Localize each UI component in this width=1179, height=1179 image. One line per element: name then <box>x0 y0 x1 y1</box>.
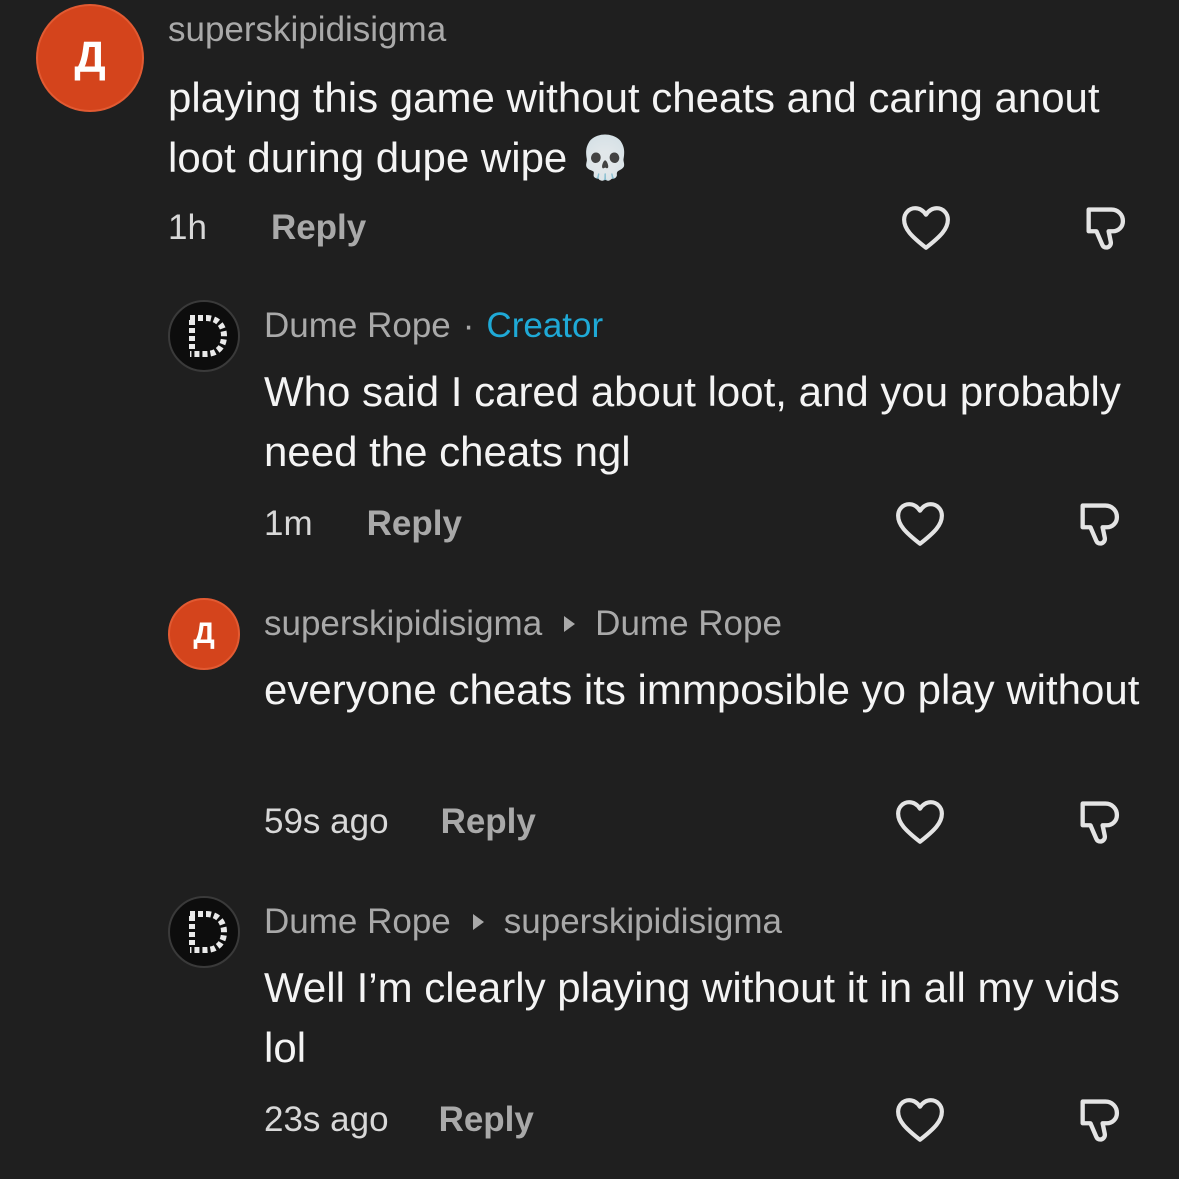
avatar-letter: Д <box>74 33 106 82</box>
caret-right-icon <box>472 914 484 930</box>
avatar[interactable]: Д <box>168 598 240 670</box>
comment-meta: 1h Reply <box>168 208 366 248</box>
reply-item: Dume Rope superskipidisigma Well I’m cle… <box>0 892 1179 1179</box>
avatar[interactable] <box>168 300 240 372</box>
like-button[interactable] <box>898 200 954 256</box>
reply-item: Dume Rope · Creator Who said I cared abo… <box>0 296 1179 576</box>
author-name[interactable]: superskipidisigma <box>264 604 542 644</box>
dislike-button[interactable] <box>1072 496 1128 552</box>
comment-header: Dume Rope superskipidisigma <box>264 902 782 942</box>
comment-meta: 59s ago Reply <box>264 802 536 842</box>
comment-header: Dume Rope · Creator <box>264 306 603 346</box>
reply-button[interactable]: Reply <box>439 1100 534 1140</box>
reply-to-name[interactable]: superskipidisigma <box>504 902 782 942</box>
timestamp: 59s ago <box>264 802 389 841</box>
separator-dot: · <box>462 306 475 345</box>
thumbs-down-icon <box>1086 207 1126 250</box>
rope-logo-icon <box>189 315 228 357</box>
dislike-button[interactable] <box>1078 200 1134 256</box>
heart-icon <box>896 800 944 844</box>
reply-item: Д superskipidisigma Dume Rope everyone c… <box>0 594 1179 874</box>
reply-button[interactable]: Reply <box>441 802 536 842</box>
comment-meta: 23s ago Reply <box>264 1100 534 1140</box>
timestamp: 23s ago <box>264 1100 389 1139</box>
comment-header: superskipidisigma <box>168 10 446 50</box>
avatar[interactable]: Д <box>36 4 144 112</box>
reply-to-name[interactable]: Dume Rope <box>595 604 782 644</box>
like-button[interactable] <box>892 496 948 552</box>
avatar-letter: Д <box>193 617 215 650</box>
comment-text: everyone cheats its immposible yo play w… <box>264 666 1140 713</box>
heart-icon <box>902 206 950 250</box>
comment-text: playing this game without cheats and car… <box>168 74 1112 181</box>
thumbs-down-icon <box>1080 503 1120 546</box>
timestamp: 1h <box>168 208 207 247</box>
caret-right-icon <box>564 616 576 632</box>
creator-badge: Creator <box>486 306 604 345</box>
reply-button[interactable]: Reply <box>367 504 462 544</box>
timestamp: 1m <box>264 504 313 543</box>
comment-meta: 1m Reply <box>264 504 462 544</box>
author-name[interactable]: Dume Rope <box>264 902 451 942</box>
dislike-button[interactable] <box>1072 1092 1128 1148</box>
avatar[interactable] <box>168 896 240 968</box>
reply-button[interactable]: Reply <box>271 208 366 248</box>
author-name[interactable]: superskipidisigma <box>168 10 446 50</box>
dislike-button[interactable] <box>1072 794 1128 850</box>
like-button[interactable] <box>892 794 948 850</box>
heart-icon <box>896 1098 944 1142</box>
like-button[interactable] <box>892 1092 948 1148</box>
comment-item: Д superskipidisigma playing this game wi… <box>0 0 1179 280</box>
author-name[interactable]: Dume Rope <box>264 306 451 346</box>
thumbs-down-icon <box>1080 801 1120 844</box>
heart-icon <box>896 502 944 546</box>
thumbs-down-icon <box>1080 1099 1120 1142</box>
rope-logo-icon <box>189 911 228 953</box>
comment-header: superskipidisigma Dume Rope <box>264 604 782 644</box>
comment-text: Who said I cared about loot, and you pro… <box>264 368 1133 475</box>
comment-text: Well I’m clearly playing without it in a… <box>264 964 1132 1071</box>
